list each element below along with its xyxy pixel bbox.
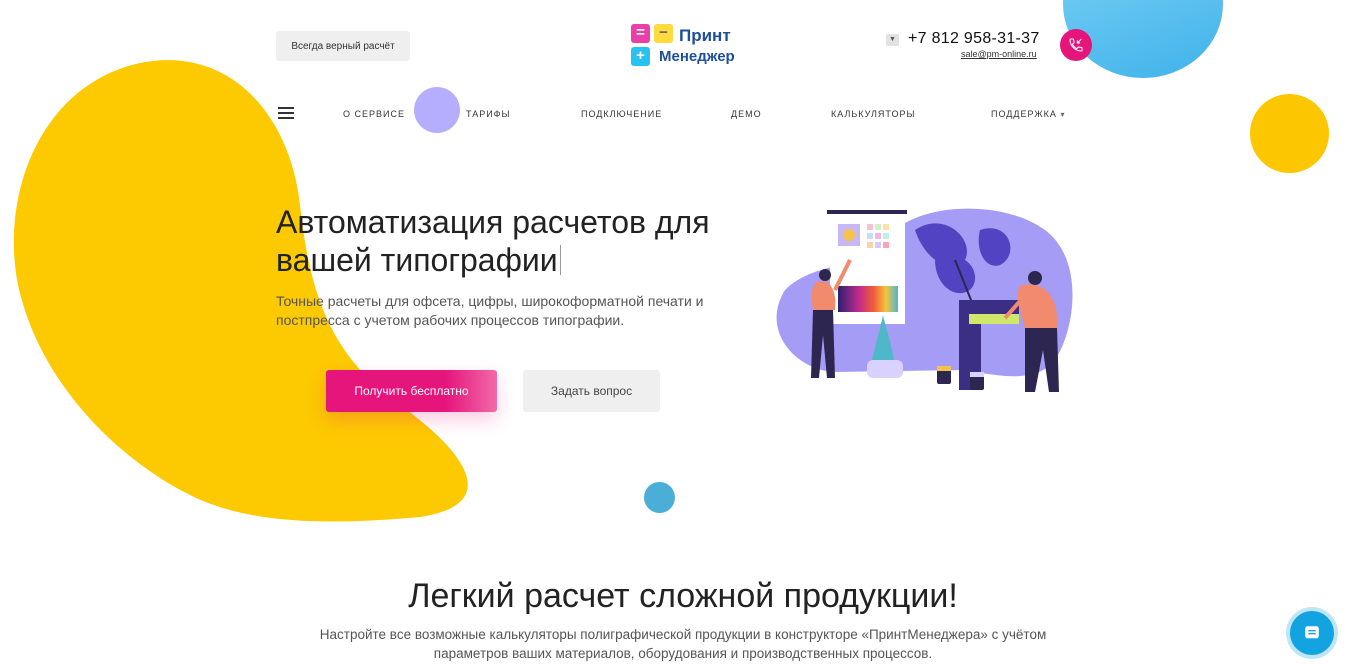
plus-icon: + — [631, 47, 650, 66]
equals-icon: = — [631, 24, 650, 43]
hero-title-line1: Автоматизация расчетов для — [276, 204, 710, 240]
section-subtitle: Настройте все возможные калькуляторы пол… — [319, 627, 1047, 661]
logo-text-line2: Менеджер — [659, 48, 735, 65]
callback-button[interactable] — [1060, 29, 1092, 61]
ask-question-button[interactable]: Задать вопрос — [523, 370, 660, 412]
nav-support[interactable]: ПОДДЕРЖКА ▾ — [991, 109, 1065, 119]
always-correct-calc-button[interactable]: Всегда верный расчёт — [276, 31, 410, 61]
hero-title: Автоматизация расчетов для вашей типогра… — [276, 203, 746, 279]
nav-tariffs[interactable]: ТАРИФЫ — [466, 109, 510, 119]
get-free-button[interactable]: Получить бесплатно — [326, 370, 497, 412]
hamburger-icon[interactable] — [278, 107, 294, 119]
email-link[interactable]: sale@pm-online.ru — [961, 49, 1037, 59]
hero-title-line2: вашей типографии — [276, 242, 558, 278]
logo-text-line1: Принт — [679, 26, 731, 45]
phone-callback-icon — [1069, 38, 1083, 52]
chat-button[interactable] — [1290, 611, 1334, 655]
nav-demo[interactable]: ДЕМО — [731, 109, 762, 119]
purple-circle-decoration — [414, 87, 460, 133]
typing-cursor — [559, 245, 561, 275]
teal-circle-decoration — [644, 482, 675, 513]
yellow-circle-decoration — [1250, 94, 1329, 173]
section-title: Легкий расчет сложной продукции! — [408, 577, 958, 615]
nav-support-label: ПОДДЕРЖКА — [991, 109, 1057, 119]
nav-about[interactable]: О СЕРВИСЕ — [343, 109, 405, 119]
chat-icon — [1305, 626, 1319, 639]
hero-subtitle: Точные расчеты для офсета, цифры, широко… — [276, 293, 704, 328]
printing-illustration — [776, 208, 1073, 392]
nav-connection[interactable]: ПОДКЛЮЧЕНИЕ — [581, 109, 662, 119]
minus-icon: − — [654, 24, 673, 43]
logo[interactable]: = − + Принт Менеджер — [631, 24, 741, 68]
caret-down-icon[interactable]: ▼ — [886, 34, 899, 46]
chevron-down-icon: ▾ — [1060, 110, 1066, 119]
nav-calculators[interactable]: КАЛЬКУЛЯТОРЫ — [831, 109, 916, 119]
phone-number[interactable]: +7 812 958-31-37 — [908, 30, 1040, 48]
yellow-blob-decoration — [13, 60, 468, 522]
